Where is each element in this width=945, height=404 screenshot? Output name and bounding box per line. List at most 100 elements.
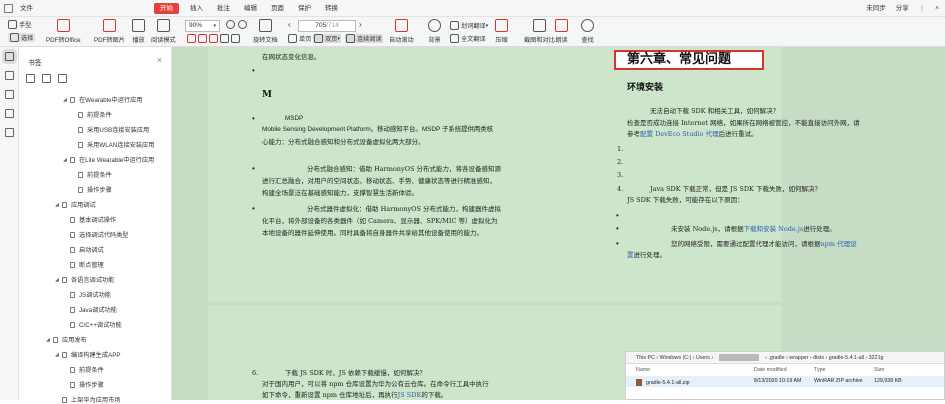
page-icon	[70, 216, 75, 223]
bookmark-item[interactable]: 采用WLAN连接安装应用	[71, 140, 154, 149]
prev-page-button[interactable]: ‹	[288, 20, 291, 29]
bullet: •	[616, 239, 619, 248]
rotate-right-icon[interactable]	[231, 34, 240, 43]
nodejs-link[interactable]: 下载和安装 Node.js	[744, 225, 804, 233]
delete-bookmark-icon[interactable]	[42, 74, 51, 83]
actual-size-icon[interactable]	[209, 34, 218, 43]
share-button[interactable]: 分享	[896, 0, 909, 17]
page-number-input[interactable]: 705/714	[298, 20, 356, 32]
bookmark-item[interactable]: ◢ 应用调试	[55, 200, 96, 209]
full-translate-button[interactable]: 全文翻译	[450, 34, 486, 43]
zoom-in-button[interactable]	[226, 20, 237, 29]
select-tool[interactable]: 选择	[8, 33, 36, 42]
auto-scroll-button[interactable]: 自动滚动	[389, 19, 414, 44]
background-button[interactable]: 背景	[428, 19, 441, 44]
close-icon[interactable]: ×	[157, 55, 162, 65]
bookmark-item[interactable]: 前提条件	[71, 110, 112, 119]
bookmark-item[interactable]: ◢ 在Lite Wearable中运行应用	[63, 155, 154, 164]
zoom-in-icon	[226, 20, 235, 29]
expand-arrow-icon[interactable]: ◢	[55, 352, 62, 358]
comment-icon[interactable]	[5, 90, 14, 99]
side-strip	[0, 47, 19, 400]
bookmark-item[interactable]: C/C++调试功能	[63, 320, 122, 329]
menu-tab-insert[interactable]: 插入	[183, 0, 210, 17]
page-icon	[70, 261, 75, 268]
add-bookmark-icon[interactable]	[26, 74, 35, 83]
bookmark-item[interactable]: 前提条件	[63, 365, 104, 374]
proxy-link[interactable]: 配置 DevEco Studio 代理	[640, 130, 719, 138]
menu-tab-comment[interactable]: 批注	[210, 0, 237, 17]
bookmark-item[interactable]: ◢ 各语言调试功能	[55, 275, 114, 284]
collapse-icon[interactable]: ˄	[935, 0, 939, 17]
zoom-select[interactable]: 90% ▾	[185, 20, 220, 32]
attachment-icon[interactable]	[5, 109, 14, 118]
bookmark-item[interactable]: ◢ 在Wearable中运行应用	[63, 95, 143, 104]
bookmark-item[interactable]: 操作步骤	[71, 185, 112, 194]
bookmark-item[interactable]: 启动调试	[63, 245, 104, 254]
fit-page-icon[interactable]	[187, 34, 196, 43]
expand-arrow-icon[interactable]: ◢	[46, 337, 53, 343]
bookmark-label: 选择调试代码类型	[79, 232, 129, 239]
heading-m: M	[262, 90, 272, 100]
edit-bookmark-icon[interactable]	[58, 74, 67, 83]
menu-tab-edit[interactable]: 编辑	[237, 0, 264, 17]
play-button[interactable]: 播放	[132, 19, 145, 44]
virt-3: 本地设备的器件延伸使用。同时具备将自身器件共享给其他设备使用的能力。	[262, 229, 483, 237]
js-sdk-link[interactable]: JS SDK	[398, 391, 422, 399]
bookmark-item[interactable]: Java调试功能	[63, 305, 117, 314]
menu-tab-page[interactable]: 页面	[264, 0, 291, 17]
bookmark-item[interactable]: 操作步骤	[63, 380, 104, 389]
word-translate-button[interactable]: 划词翻译 ▾	[450, 21, 488, 30]
expand-arrow-icon[interactable]: ◢	[55, 202, 62, 208]
item-6-number: 6.	[252, 369, 259, 377]
bookmark-item[interactable]: 前提条件	[71, 170, 112, 179]
bookmark-item[interactable]: JS调试功能	[63, 290, 111, 299]
more-icon[interactable]: ⋮	[919, 0, 926, 17]
rotate-icon	[258, 19, 272, 32]
translate-icon	[450, 21, 459, 30]
pdf-to-image-button[interactable]: PDF转图片	[94, 19, 125, 44]
bookmark-item[interactable]: 基本调试操作	[63, 215, 116, 224]
bookmark-label: 启动调试	[79, 247, 104, 254]
single-page-button[interactable]: 单页	[288, 34, 311, 43]
page-icon	[78, 111, 83, 118]
double-page-button[interactable]: 双页 ▾	[313, 34, 341, 43]
menu-tab-start[interactable]: 开始	[154, 2, 179, 14]
reason-2-line-2: 置进行处理。	[627, 251, 666, 259]
bullet: •	[616, 211, 619, 220]
thumbnail-icon[interactable]	[5, 71, 14, 80]
panel-tools	[26, 74, 74, 83]
menu-tab-convert[interactable]: 转换	[318, 0, 345, 17]
expand-arrow-icon[interactable]: ◢	[63, 97, 70, 103]
bookmark-label: 前提条件	[87, 172, 112, 179]
zoom-out-button[interactable]	[238, 20, 249, 29]
screenshot-compare-button[interactable]: 截图和对比	[524, 19, 555, 44]
bookmark-item[interactable]: 采用USB连接安装应用	[71, 125, 149, 134]
menu-tab-protect[interactable]: 保护	[291, 0, 318, 17]
layers-icon[interactable]	[5, 128, 14, 137]
bookmark-icon[interactable]	[2, 49, 17, 64]
book-icon	[156, 19, 170, 32]
unsynced-status[interactable]: 未同步	[866, 0, 886, 17]
bookmark-item[interactable]: ◢ 编译构建生成APP	[55, 350, 121, 359]
rotate-left-icon[interactable]	[220, 34, 229, 43]
full-translate-icon	[450, 34, 459, 43]
read-aloud-button[interactable]: 朗读	[555, 19, 568, 44]
rotate-doc-button[interactable]: 旋转文档	[253, 19, 278, 44]
bookmark-label: 各语言调试功能	[71, 277, 115, 284]
hand-tool[interactable]: 手型	[8, 20, 31, 29]
pdf-to-office-button[interactable]: PDF转Office	[46, 19, 81, 44]
fit-width-icon[interactable]	[198, 34, 207, 43]
compress-button[interactable]: 压缩	[495, 19, 508, 44]
continuous-read-button[interactable]: 连续阅读	[345, 34, 383, 43]
expand-arrow-icon[interactable]: ◢	[55, 277, 62, 283]
bookmark-item[interactable]: ◢ 应用发布	[46, 335, 87, 344]
bookmark-item[interactable]: 选择调试代码类型	[63, 230, 129, 239]
npm-proxy-link[interactable]: npm 代理设	[821, 240, 857, 248]
expand-arrow-icon[interactable]: ◢	[63, 157, 70, 163]
read-mode-button[interactable]: 阅读模式	[151, 19, 176, 44]
next-page-button[interactable]: ›	[359, 20, 362, 29]
bookmark-item[interactable]: 断点管理	[63, 260, 104, 269]
find-button[interactable]: 查找	[581, 19, 594, 44]
menu-toggle-icon[interactable]	[4, 4, 13, 13]
